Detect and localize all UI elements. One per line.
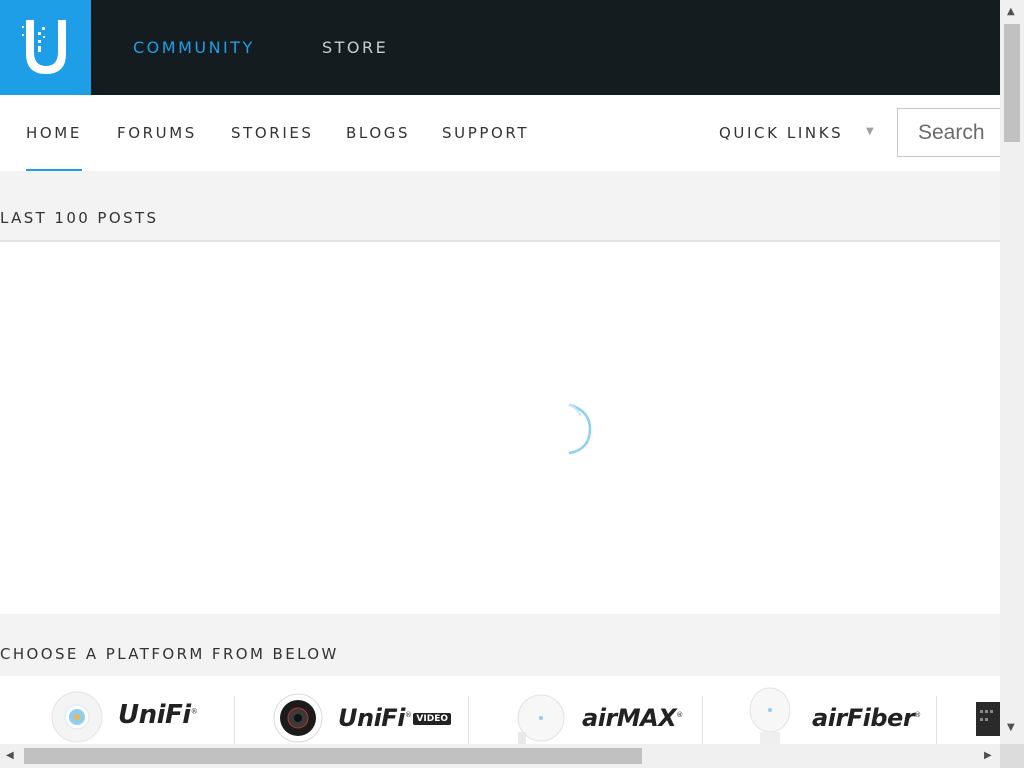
- brand-unifi-video: UniFi® VIDEO: [338, 704, 452, 732]
- horizontal-scroll-thumb[interactable]: [24, 748, 642, 764]
- top-bar: COMMUNITY STORE: [0, 0, 1000, 95]
- scroll-left-icon[interactable]: ◀: [6, 750, 14, 761]
- secondary-nav: HOME FORUMS STORIES BLOGS SUPPORT QUICK …: [0, 95, 1000, 171]
- ubiquiti-logo-icon[interactable]: [0, 0, 91, 95]
- top-nav-community[interactable]: COMMUNITY: [133, 38, 255, 57]
- airfiber-dish-icon: [749, 687, 791, 744]
- nav-stories[interactable]: STORIES: [231, 124, 314, 142]
- unifi-ap-icon: [51, 691, 103, 743]
- top-nav-store[interactable]: STORE: [322, 38, 388, 57]
- router-device-icon: [976, 702, 1000, 736]
- camera-icon: [273, 693, 323, 743]
- platforms-title: CHOOSE A PLATFORM FROM BELOW: [0, 645, 339, 663]
- vertical-scrollbar[interactable]: ▲ ▼: [1000, 0, 1024, 744]
- last-posts-title: LAST 100 POSTS: [0, 209, 159, 227]
- brand-airfiber: airFiber®: [812, 704, 921, 732]
- brand-airmax: airMAX®: [582, 704, 683, 732]
- platform-separator: [702, 696, 703, 744]
- scrollbar-corner: [1000, 744, 1024, 768]
- nav-support[interactable]: SUPPORT: [442, 124, 529, 142]
- page-viewport: COMMUNITY STORE HOME FORUMS STORIES BLOG…: [0, 0, 1000, 744]
- platform-separator: [468, 696, 469, 744]
- platform-separator: [234, 696, 235, 744]
- platform-airfiber[interactable]: airFiber®: [748, 686, 921, 744]
- scroll-up-icon[interactable]: ▲: [1007, 6, 1015, 17]
- posts-panel: [0, 242, 1000, 614]
- spinner-icon: [568, 403, 592, 455]
- brand-unifi: UniFi®: [118, 700, 198, 730]
- scroll-right-icon[interactable]: ▶: [984, 750, 992, 761]
- quick-links-button[interactable]: QUICK LINKS: [719, 124, 843, 142]
- airmax-antenna-icon: [517, 694, 565, 744]
- vertical-scroll-thumb[interactable]: [1004, 24, 1020, 142]
- platform-unifi-video[interactable]: UniFi® VIDEO: [272, 686, 452, 744]
- platform-unifi[interactable]: UniFi®: [50, 686, 200, 744]
- platform-airmax[interactable]: airMAX®: [516, 686, 683, 744]
- platform-strip: UniFi® UniFi® VIDEO airMAX® airFiber®: [0, 676, 1000, 744]
- nav-home[interactable]: HOME: [26, 124, 82, 171]
- scroll-down-icon[interactable]: ▼: [1007, 722, 1015, 733]
- nav-forums[interactable]: FORUMS: [117, 124, 197, 142]
- nav-blogs[interactable]: BLOGS: [346, 124, 410, 142]
- caret-down-icon[interactable]: ▼: [866, 126, 874, 137]
- horizontal-scrollbar[interactable]: ◀ ▶: [0, 744, 1000, 768]
- platform-edgemax[interactable]: [976, 686, 1000, 744]
- platform-separator: [936, 696, 937, 744]
- search-input[interactable]: [897, 108, 1000, 157]
